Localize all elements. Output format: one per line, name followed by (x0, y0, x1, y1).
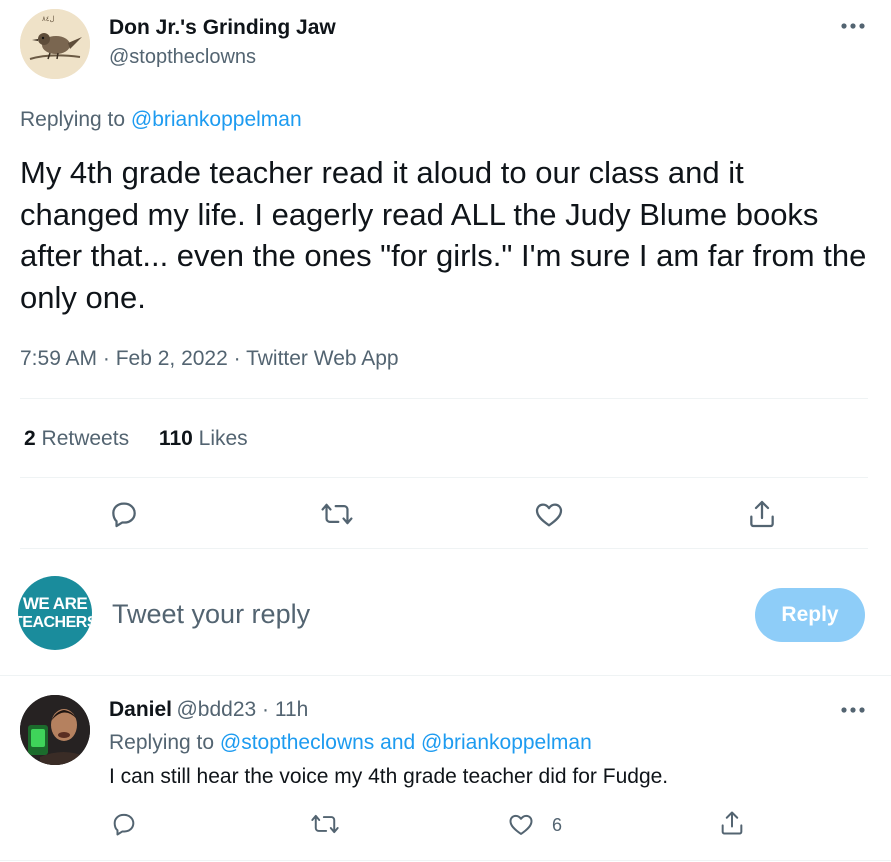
like-icon[interactable] (533, 498, 565, 530)
likes-count: 110 (158, 427, 193, 450)
reply-input[interactable]: Tweet your reply (112, 599, 310, 630)
author-name[interactable]: Don Jr.'s Grinding Jaw (109, 16, 336, 40)
reply-share-icon[interactable] (718, 809, 746, 837)
reply-retweet-icon[interactable] (310, 810, 340, 838)
reply-replying-to: Replying to @stoptheclowns and @briankop… (109, 731, 592, 755)
retweets-count: 2 (24, 427, 36, 450)
share-icon[interactable] (746, 498, 778, 530)
avatar-text-line2: TEACHERS (18, 614, 92, 631)
likes-stat[interactable]: 110 Likes (159, 427, 248, 450)
reply-author-avatar[interactable] (20, 695, 90, 765)
reply-header: Daniel @bdd23 · 11h (109, 698, 308, 722)
reply-like-count: 6 (552, 815, 563, 835)
reply-more-options-icon[interactable] (839, 705, 867, 715)
reply-author-name[interactable]: Daniel (109, 698, 172, 721)
replying-to: Replying to @briankoppelman (20, 108, 302, 132)
tweet-stats: 2 Retweets 110 Likes (24, 427, 248, 451)
reply-replying-prefix: Replying to (109, 731, 215, 754)
retweet-icon[interactable] (320, 498, 354, 530)
reply-text: I can still hear the voice my 4th grade … (109, 765, 669, 788)
bird-illustration: ل٨٤ (20, 9, 90, 79)
more-options-icon[interactable] (839, 21, 867, 31)
avatar-text-line1: WE ARE (22, 594, 88, 613)
replying-prefix: Replying to (20, 108, 126, 131)
replying-to-link[interactable]: @briankoppelman (131, 108, 302, 131)
svg-text:ل٨٤: ل٨٤ (42, 15, 55, 23)
reply-icon[interactable] (108, 498, 140, 530)
divider (20, 398, 868, 399)
divider (0, 860, 891, 861)
author-avatar[interactable]: ل٨٤ (20, 9, 90, 79)
likes-label: Likes (198, 427, 248, 450)
reply-like-icon[interactable] (507, 810, 535, 838)
tweet-meta[interactable]: 7:59 AM · Feb 2, 2022 · Twitter Web App (20, 347, 399, 371)
divider (20, 477, 868, 478)
retweets-stat[interactable]: 2 Retweets (24, 427, 135, 450)
reply-replying-to-links[interactable]: @stoptheclowns and @briankoppelman (220, 731, 592, 754)
reply-reply-icon[interactable] (110, 810, 138, 838)
divider (0, 675, 891, 676)
person-photo (20, 695, 90, 765)
retweets-label: Retweets (41, 427, 130, 450)
reply-button[interactable]: Reply (755, 588, 865, 642)
tweet-text: My 4th grade teacher read it aloud to ou… (20, 155, 867, 315)
user-avatar-we-are-teachers[interactable]: WE ARE TEACHERS (18, 576, 92, 650)
divider (20, 548, 868, 549)
reply-author-handle-time[interactable]: @bdd23 · 11h (176, 698, 308, 721)
author-handle[interactable]: @stoptheclowns (109, 46, 256, 69)
